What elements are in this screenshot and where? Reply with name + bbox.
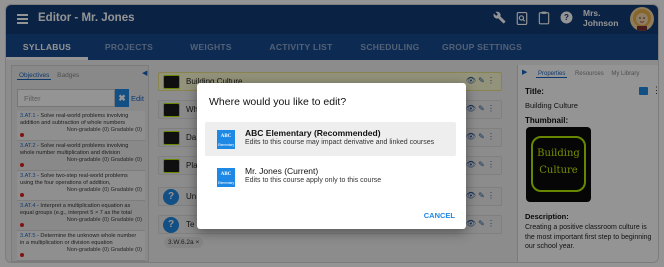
option-abc-elementary[interactable]: ABC Elementary ABC Elementary (Recommende… [205,122,456,156]
option-title: Mr. Jones (Current) [245,166,319,176]
school-icon: ABC Elementary [217,130,235,149]
option-title: ABC Elementary (Recommended) [245,128,381,138]
school-icon: ABC Elementary [217,168,235,187]
option-mr-jones[interactable]: ABC Elementary Mr. Jones (Current) Edits … [205,160,456,194]
option-subtitle: Edits to this course may impact derivati… [245,139,435,146]
cancel-button[interactable]: CANCEL [424,211,455,220]
edit-location-dialog: Where would you like to edit? ABC Element… [197,83,466,229]
option-subtitle: Edits to this course apply only to this … [245,177,382,184]
dialog-title: Where would you like to edit? [209,96,347,108]
